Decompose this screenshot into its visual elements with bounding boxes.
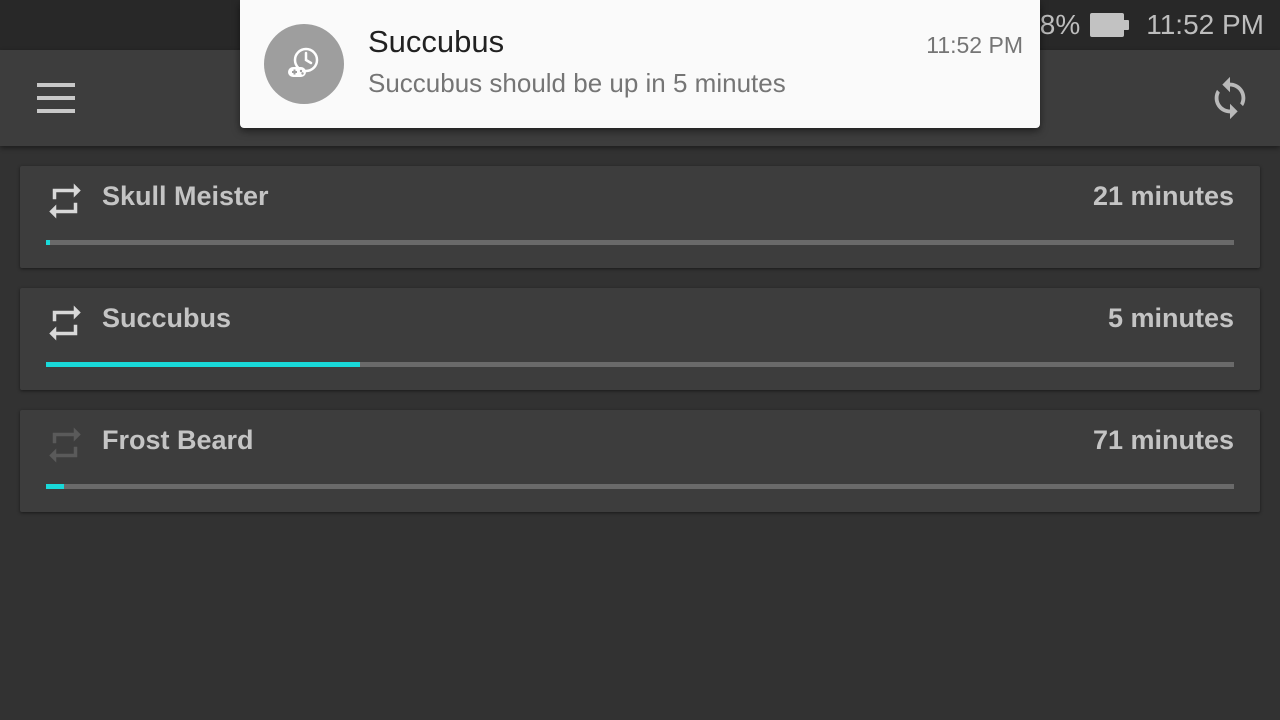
timer-name: Skull Meister — [102, 181, 269, 211]
notification-card[interactable]: Succubus 11:52 PM Succubus should be up … — [240, 0, 1040, 128]
timer-card[interactable]: Frost Beard 71 minutes — [20, 410, 1260, 512]
sync-button[interactable] — [1202, 70, 1258, 126]
battery-icon — [1090, 13, 1130, 37]
timer-name: Succubus — [102, 303, 232, 333]
app-screen: 98% 11:52 PM Skull Meister 21 minutes Su… — [0, 0, 1280, 720]
timer-remaining: 21 minutes — [1092, 181, 1234, 211]
notification-time: 11:52 PM — [926, 32, 1023, 58]
timer-progress-fill — [46, 362, 360, 367]
timer-list: Skull Meister 21 minutes Succubus 5 minu… — [20, 166, 1260, 532]
timer-name: Frost Beard — [102, 425, 254, 455]
repeat-icon[interactable] — [44, 180, 86, 222]
notification-title: Succubus — [368, 24, 505, 59]
timer-progress-track — [46, 484, 1234, 489]
status-clock: 11:52 PM — [1146, 9, 1264, 40]
sync-icon — [1214, 76, 1246, 120]
timer-progress-track — [46, 362, 1234, 367]
timer-progress-fill — [46, 240, 50, 245]
alarm-gamepad-icon — [288, 47, 319, 77]
timer-remaining: 5 minutes — [1107, 303, 1234, 333]
status-bar-right: 98% 11:52 PM — [1024, 9, 1264, 41]
hamburger-menu-icon — [37, 83, 75, 113]
timer-card[interactable]: Skull Meister 21 minutes — [20, 166, 1260, 268]
timer-progress-track — [46, 240, 1234, 245]
repeat-icon[interactable] — [44, 302, 86, 344]
timer-card[interactable]: Succubus 5 minutes — [20, 288, 1260, 390]
notification-avatar — [264, 24, 344, 104]
notification-text: Succubus should be up in 5 minutes — [368, 68, 786, 98]
timer-progress-fill — [46, 484, 64, 489]
repeat-icon[interactable] — [44, 424, 86, 466]
menu-button[interactable] — [28, 76, 84, 120]
timer-remaining: 71 minutes — [1092, 425, 1234, 455]
